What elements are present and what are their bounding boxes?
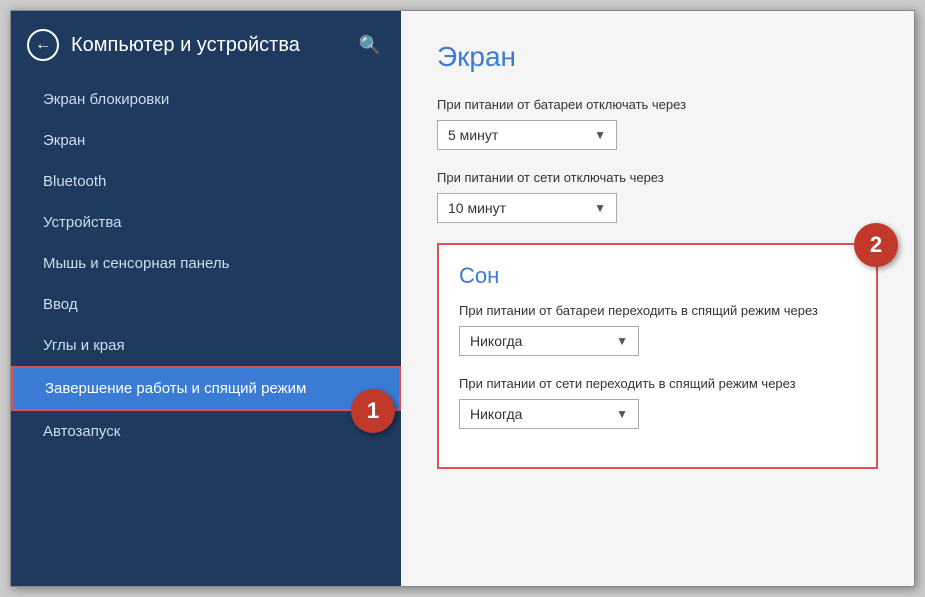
sidebar: ← Компьютер и устройства 🔍 Экран блокиро… [11, 11, 401, 586]
sidebar-nav: Экран блокировки Экран Bluetooth Устройс… [11, 79, 401, 586]
sidebar-item-avtozapusk[interactable]: Автозапуск [11, 411, 401, 452]
sidebar-item-ugly[interactable]: Углы и края [11, 325, 401, 366]
main-window: ← Компьютер и устройства 🔍 Экран блокиро… [10, 10, 915, 587]
sidebar-item-bluetooth[interactable]: Bluetooth [11, 161, 401, 202]
sidebar-item-mysh[interactable]: Мышь и сенсорная панель [11, 243, 401, 284]
network-sleep-label: При питании от сети переходить в спящий … [459, 376, 856, 391]
battery-sleep-dropdown[interactable]: Никогда ▼ [459, 326, 639, 356]
callout-2: 2 [854, 223, 898, 267]
sidebar-title: Компьютер и устройства [71, 34, 343, 57]
son-section: 2 Сон При питании от батареи переходить … [437, 243, 878, 469]
network-screen-label: При питании от сети отключать через [437, 170, 878, 185]
page-title: Экран [437, 41, 878, 73]
battery-screen-dropdown[interactable]: 5 минут ▼ [437, 120, 617, 150]
sidebar-item-vvod[interactable]: Ввод [11, 284, 401, 325]
son-title: Сон [459, 263, 856, 289]
callout-1: 1 [351, 389, 395, 433]
network-screen-value: 10 минут [448, 200, 594, 216]
sidebar-item-ekran[interactable]: Экран [11, 120, 401, 161]
battery-sleep-label: При питании от батареи переходить в спящ… [459, 303, 856, 318]
sidebar-item-ekran-blokirovki[interactable]: Экран блокировки [11, 79, 401, 120]
network-sleep-arrow: ▼ [616, 407, 628, 421]
sidebar-header: ← Компьютер и устройства 🔍 [11, 11, 401, 79]
battery-screen-arrow: ▼ [594, 128, 606, 142]
sidebar-item-ustrojstva[interactable]: Устройства [11, 202, 401, 243]
battery-sleep-value: Никогда [470, 333, 616, 349]
network-sleep-value: Никогда [470, 406, 616, 422]
battery-screen-label: При питании от батареи отключать через [437, 97, 878, 112]
back-button[interactable]: ← [27, 29, 59, 61]
battery-screen-value: 5 минут [448, 127, 594, 143]
active-item-wrapper: Завершение работы и спящий режим 1 [11, 366, 401, 411]
battery-sleep-arrow: ▼ [616, 334, 628, 348]
network-sleep-dropdown[interactable]: Никогда ▼ [459, 399, 639, 429]
network-screen-arrow: ▼ [594, 201, 606, 215]
network-screen-dropdown[interactable]: 10 минут ▼ [437, 193, 617, 223]
sidebar-item-zavershenie[interactable]: Завершение работы и спящий режим [11, 366, 401, 411]
search-icon[interactable]: 🔍 [359, 35, 381, 56]
main-content: Экран При питании от батареи отключать ч… [401, 11, 914, 586]
